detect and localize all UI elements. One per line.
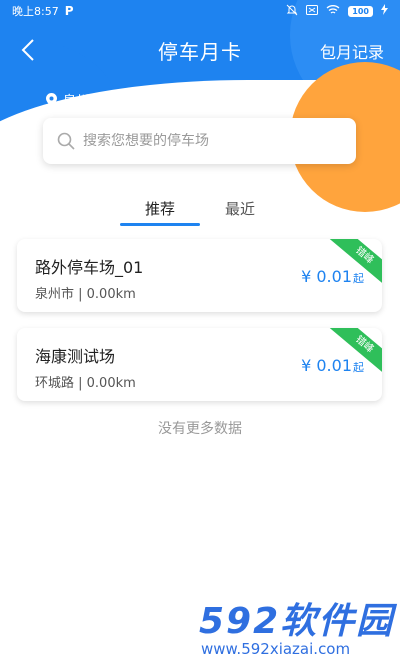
watermark-url: www.592xiazai.com — [201, 640, 351, 658]
sim-icon — [306, 4, 319, 18]
search-icon — [57, 132, 75, 150]
monthly-record-link[interactable]: 包月记录 — [320, 39, 384, 63]
location-pin-icon — [46, 92, 57, 107]
parking-lot-card[interactable]: 海康测试场 环城路 | 0.00km ¥ 0.01起 错峰 — [17, 328, 382, 401]
mute-icon — [286, 4, 298, 19]
price-unit: 起 — [353, 272, 364, 285]
navigation-bar: 停车月卡 包月记录 — [0, 30, 400, 70]
current-location[interactable]: 泉州市丰泽区法坊路 — [46, 90, 180, 109]
status-bar: 晚上8:57 P 100 — [0, 0, 400, 22]
parking-lot-card[interactable]: 路外停车场_01 泉州市 | 0.00km ¥ 0.01起 错峰 — [17, 239, 382, 312]
price-value: ¥ 0.01 — [301, 356, 352, 375]
watermark-logo: 592软件园 www.592xiazai.com — [193, 590, 400, 666]
tab-bar: 推荐 最近 — [0, 190, 400, 226]
tab-recommended[interactable]: 推荐 — [120, 190, 200, 226]
location-text: 泉州市丰泽区法坊路 — [63, 94, 181, 109]
watermark-logo-text: 592软件园 — [199, 601, 395, 642]
lot-price: ¥ 0.01起 — [301, 267, 364, 286]
lot-location-distance: 泉州市 | 0.00km — [35, 287, 136, 302]
search-input[interactable] — [83, 133, 313, 149]
page: 晚上8:57 P 100 停车月卡 包月记录 泉州市丰泽区法坊路 搜索您想要的停… — [0, 0, 400, 666]
parking-app-icon: P — [64, 4, 74, 18]
search-box[interactable] — [43, 118, 356, 164]
no-more-data-text: 没有更多数据 — [158, 421, 242, 437]
status-time: 晚上8:57 — [12, 5, 59, 18]
tab-recent[interactable]: 最近 — [210, 190, 270, 226]
lot-name: 路外停车场_01 — [35, 258, 144, 277]
lot-price: ¥ 0.01起 — [301, 356, 364, 375]
lot-location-distance: 环城路 | 0.00km — [35, 376, 136, 391]
charging-icon — [381, 4, 388, 18]
price-unit: 起 — [353, 361, 364, 374]
battery-icon: 100 — [348, 5, 373, 17]
wifi-icon — [326, 4, 340, 18]
price-value: ¥ 0.01 — [301, 267, 352, 286]
lot-name: 海康测试场 — [35, 347, 116, 366]
